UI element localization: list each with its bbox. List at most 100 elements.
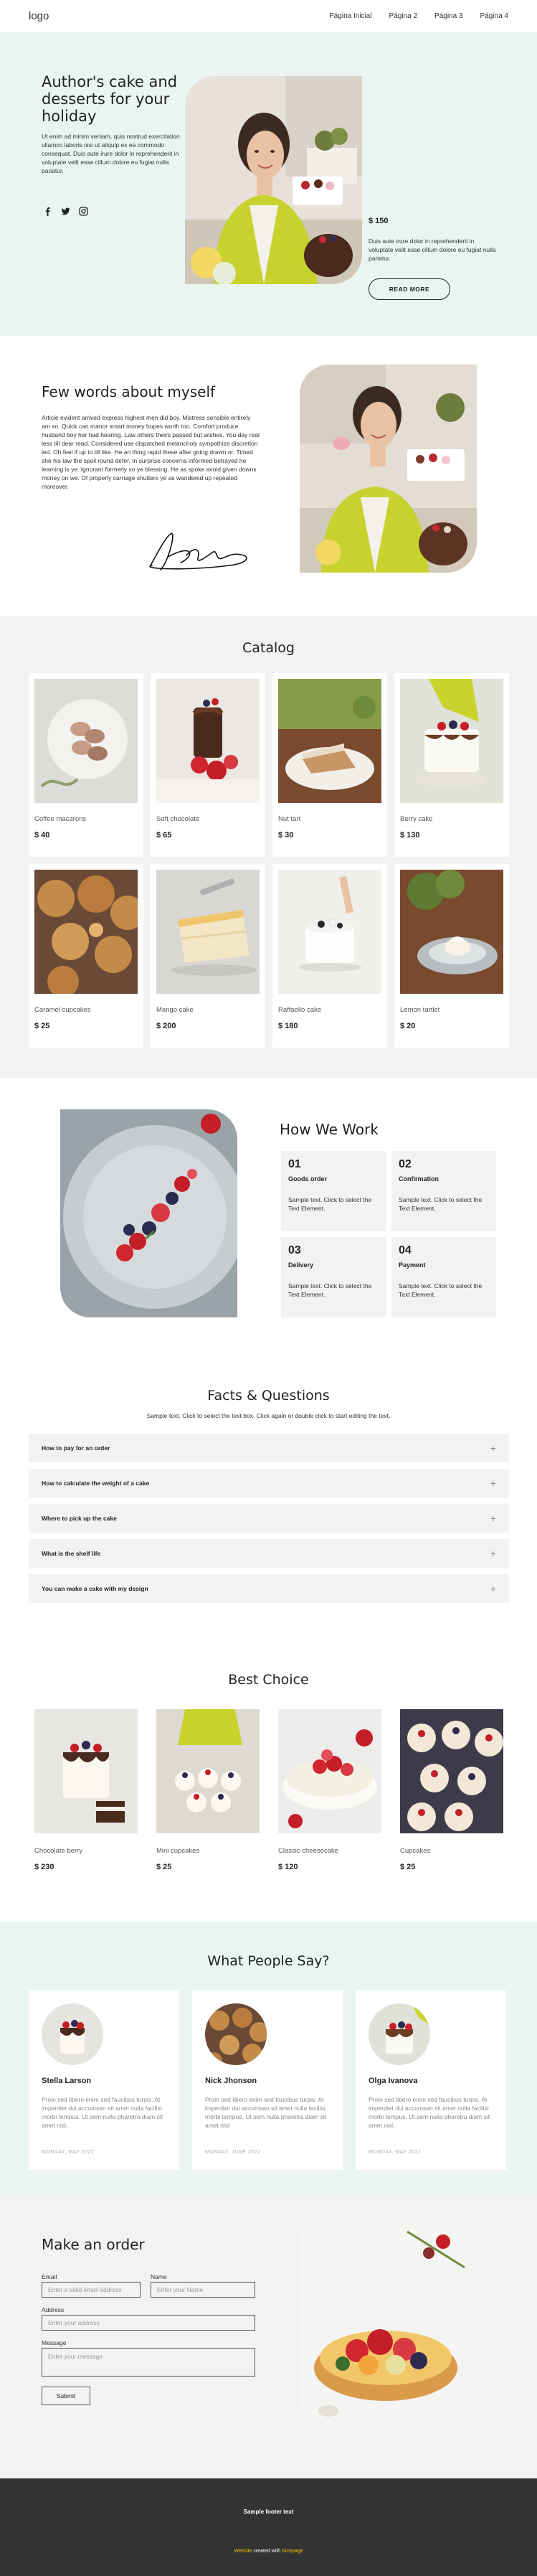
read-more-button[interactable]: READ MORE bbox=[369, 278, 450, 300]
berry-cake-image bbox=[400, 679, 503, 803]
step-card: 02 Confirmation Sample text. Click to se… bbox=[391, 1151, 496, 1231]
nav-link-page-2[interactable]: Página 2 bbox=[389, 12, 417, 20]
logo[interactable]: logo bbox=[29, 10, 49, 22]
testimonial-card: Nick Jhonson Proin sed libero enim sed f… bbox=[192, 1990, 343, 2170]
how-we-work-title: How We Work bbox=[280, 1121, 379, 1138]
faq-item[interactable]: How to calculate the weight of a cake + bbox=[29, 1469, 509, 1498]
plus-icon[interactable]: + bbox=[490, 1442, 496, 1454]
plus-icon[interactable]: + bbox=[490, 1513, 496, 1524]
testimonial-name: Nick Jhonson bbox=[205, 2077, 257, 2085]
faq-question: Where to pick up the cake bbox=[42, 1515, 117, 1522]
product-card-caramel-cupcakes[interactable]: Caramel cupcakes $ 25 bbox=[29, 864, 143, 1048]
testimonial-text: Proin sed libero enim sed faucibus turpi… bbox=[42, 2096, 163, 2129]
credit-text: created with bbox=[252, 2549, 282, 2554]
product-name: Nut tart bbox=[278, 815, 301, 823]
site-header: logo Página Inicial Página 2 Página 3 Pá… bbox=[0, 0, 537, 32]
product-card-berry-cake[interactable]: Berry cake $ 130 bbox=[394, 673, 509, 857]
step-title: Confirmation bbox=[399, 1175, 439, 1183]
product-price: $ 230 bbox=[34, 1863, 54, 1871]
faq-title: Facts & Questions bbox=[207, 1388, 330, 1404]
email-field[interactable] bbox=[42, 2282, 141, 2298]
message-field[interactable] bbox=[42, 2348, 255, 2377]
product-card-mango-cake[interactable]: Mango cake $ 200 bbox=[151, 864, 265, 1048]
avatar bbox=[369, 2003, 430, 2065]
product-name: Cupcakes bbox=[400, 1847, 431, 1855]
product-card-soft-chocolate[interactable]: Soft chocolate $ 65 bbox=[151, 673, 265, 857]
faq-subtitle: Sample text. Click to select the text bo… bbox=[146, 1412, 391, 1419]
product-price: $ 65 bbox=[156, 831, 172, 840]
baker-portrait-image bbox=[185, 76, 362, 284]
plus-icon[interactable]: + bbox=[490, 1583, 496, 1594]
twitter-icon[interactable] bbox=[61, 207, 70, 216]
product-card-classic-cheesecake[interactable]: Classic cheesecake $ 120 bbox=[272, 1703, 387, 1890]
credit-website-link[interactable]: Website bbox=[234, 2549, 252, 2554]
testimonial-date: MONDAY, MAY 2022 bbox=[369, 2150, 422, 2155]
step-title: Goods order bbox=[288, 1175, 328, 1183]
caramel-cupcakes-image bbox=[34, 870, 138, 994]
submit-button[interactable]: Submit bbox=[42, 2387, 90, 2405]
lemon-tartlet-image bbox=[400, 870, 503, 994]
product-price: $ 20 bbox=[400, 1022, 416, 1030]
product-price: $ 180 bbox=[278, 1022, 298, 1030]
page: logo Página Inicial Página 2 Página 3 Pá… bbox=[0, 0, 537, 2576]
baker-macaron-image bbox=[300, 365, 477, 573]
faq-item[interactable]: What is the shelf life + bbox=[29, 1539, 509, 1568]
product-card-coffee-macarons[interactable]: Coffee macarons $ 40 bbox=[29, 673, 143, 857]
instagram-icon[interactable] bbox=[79, 207, 88, 216]
faq-item[interactable]: How to pay for an order + bbox=[29, 1434, 509, 1462]
step-title: Delivery bbox=[288, 1261, 314, 1269]
product-name: Berry cake bbox=[400, 815, 433, 823]
mango-cake-image bbox=[156, 870, 260, 994]
cupcakes-image bbox=[400, 1709, 503, 1833]
soft-chocolate-image bbox=[156, 679, 260, 803]
product-card-raffaello-cake[interactable]: Raffaello cake $ 180 bbox=[272, 864, 387, 1048]
avatar bbox=[205, 2003, 267, 2065]
testimonials-section: What People Say? Stella Larson Proin sed… bbox=[0, 1922, 537, 2196]
hero-title: Author's cake and desserts for your holi… bbox=[42, 73, 178, 125]
plus-icon[interactable]: + bbox=[490, 1477, 496, 1489]
address-field[interactable] bbox=[42, 2315, 255, 2331]
faq-item[interactable]: You can make a cake with my design + bbox=[29, 1574, 509, 1603]
about-text: Article evident arrived express highest … bbox=[42, 414, 260, 490]
product-price: $ 25 bbox=[400, 1863, 416, 1871]
step-number: 03 bbox=[288, 1244, 301, 1256]
product-card-chocolate-berry[interactable]: Chocolate berry $ 230 bbox=[29, 1703, 143, 1890]
nav-link-home[interactable]: Página Inicial bbox=[329, 12, 371, 20]
how-we-work-section: How We Work 01 Goods order Sample text. … bbox=[0, 1078, 537, 1359]
nav-link-page-3[interactable]: Página 3 bbox=[434, 12, 462, 20]
product-name: Coffee macarons bbox=[34, 815, 87, 823]
faq-question: What is the shelf life bbox=[42, 1550, 101, 1557]
product-price: $ 120 bbox=[278, 1863, 298, 1871]
plus-icon[interactable]: + bbox=[490, 1548, 496, 1559]
best-choice-title: Best Choice bbox=[228, 1672, 309, 1688]
catalog-grid: Coffee macarons $ 40 Soft chocolate $ 65… bbox=[29, 673, 509, 1048]
testimonial-card: Stella Larson Proin sed libero enim sed … bbox=[29, 1990, 179, 2170]
best-choice-grid: Chocolate berry $ 230 Mini cupcakes $ 25… bbox=[29, 1703, 509, 1890]
berry-dessert-plate-image bbox=[60, 1109, 237, 1317]
about-section: Few words about myself Article evident a… bbox=[0, 336, 537, 616]
testimonial-name: Olga Ivanova bbox=[369, 2077, 418, 2085]
credit-nicepage-link[interactable]: Nicepage bbox=[282, 2549, 303, 2554]
nut-tart-image bbox=[278, 679, 381, 803]
product-price: $ 25 bbox=[34, 1022, 50, 1030]
faq-section: Facts & Questions Sample text. Click to … bbox=[0, 1359, 537, 1652]
product-price: $ 25 bbox=[156, 1863, 172, 1871]
product-card-lemon-tartlet[interactable]: Lemon tartlet $ 20 bbox=[394, 864, 509, 1048]
raffaello-cake-image bbox=[278, 870, 381, 994]
product-name: Raffaello cake bbox=[278, 1006, 322, 1014]
testimonial-date: MONDAY, MAY 2022 bbox=[42, 2150, 95, 2155]
step-card: 04 Payment Sample text. Click to select … bbox=[391, 1237, 496, 1317]
order-section: Make an order Email Name Address Message… bbox=[0, 2196, 537, 2478]
nav-link-page-4[interactable]: Página 4 bbox=[480, 12, 508, 20]
mini-cupcakes-image bbox=[156, 1709, 260, 1833]
product-card-nut-tart[interactable]: Nut tart $ 30 bbox=[272, 673, 387, 857]
facebook-icon[interactable] bbox=[43, 207, 52, 216]
faq-item[interactable]: Where to pick up the cake + bbox=[29, 1504, 509, 1533]
product-card-mini-cupcakes[interactable]: Mini cupcakes $ 25 bbox=[151, 1703, 265, 1890]
product-card-cupcakes[interactable]: Cupcakes $ 25 bbox=[394, 1703, 509, 1890]
social-links bbox=[43, 207, 88, 216]
hero-side-text: Duis aute irure dolor in reprehenderit i… bbox=[369, 238, 496, 262]
hero-section: Author's cake and desserts for your holi… bbox=[0, 32, 537, 336]
best-choice-section: Best Choice Chocolate berry $ 230 Mini c… bbox=[0, 1652, 537, 1922]
name-field[interactable] bbox=[151, 2282, 255, 2298]
